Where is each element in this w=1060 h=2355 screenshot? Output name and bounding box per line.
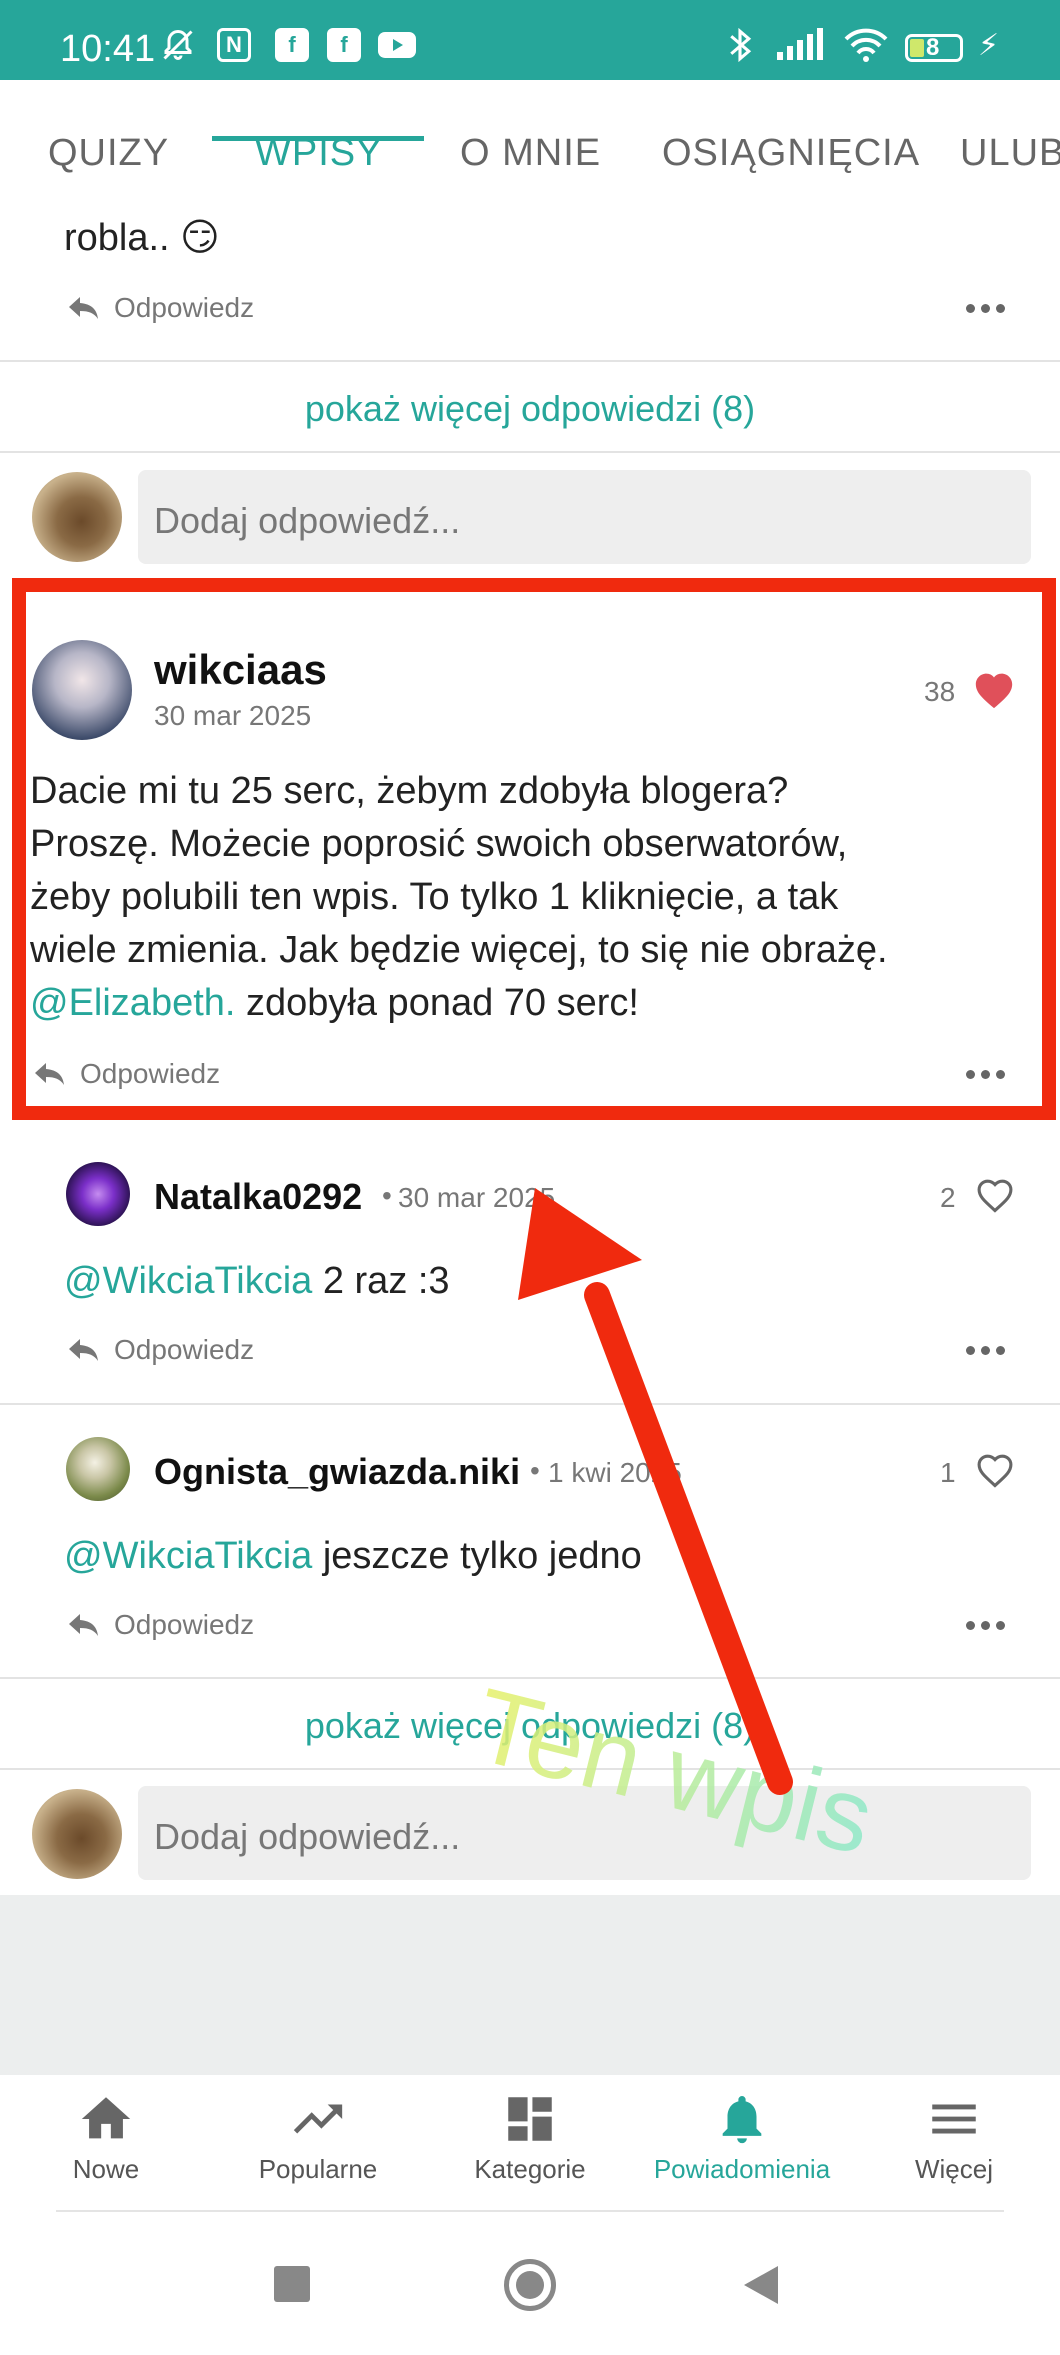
more-options-icon[interactable] bbox=[966, 304, 1005, 313]
dashboard-icon bbox=[508, 2097, 552, 2141]
facebook-icon: f bbox=[327, 28, 361, 62]
tab-osiagniecia[interactable]: OSIĄGNIĘCIA bbox=[662, 132, 920, 175]
reply-input[interactable]: Dodaj odpowiedź... bbox=[138, 470, 1031, 564]
status-time: 10:41 bbox=[60, 28, 156, 70]
reply-icon bbox=[69, 1614, 98, 1636]
reply-author-avatar[interactable] bbox=[66, 1437, 130, 1501]
nav-popularne[interactable]: Popularne bbox=[228, 2090, 408, 2185]
reply-button[interactable]: Odpowiedz bbox=[66, 292, 254, 324]
nav-label: Nowe bbox=[72, 2154, 140, 2184]
separator-dot: • bbox=[530, 1455, 540, 1486]
divider bbox=[0, 1403, 1060, 1405]
reply-button[interactable]: Odpowiedz bbox=[66, 1334, 254, 1366]
more-options-icon[interactable] bbox=[966, 1346, 1005, 1355]
nav-label: Powiadomienia bbox=[653, 2154, 831, 2184]
reply-icon bbox=[69, 1339, 98, 1361]
like-count: 1 bbox=[940, 1457, 956, 1488]
bell-icon bbox=[722, 2096, 762, 2144]
nav-label: Popularne bbox=[258, 2154, 378, 2184]
charging-icon: ⚡ bbox=[978, 28, 1000, 62]
annotation-highlight-box bbox=[12, 578, 1056, 1120]
reply-date: 30 mar 2025 bbox=[398, 1182, 556, 1213]
reply-label: Odpowiedz bbox=[114, 1334, 255, 1365]
active-tab-indicator bbox=[212, 136, 424, 141]
avatar bbox=[32, 1789, 122, 1879]
battery-icon: 8 bbox=[905, 34, 963, 62]
reply-label: Odpowiedz bbox=[114, 1609, 255, 1640]
nav-label: Więcej bbox=[914, 2154, 993, 2184]
bluetooth-icon bbox=[725, 27, 755, 63]
home-button-icon[interactable] bbox=[504, 2259, 556, 2311]
reply-date: 1 kwi 2025 bbox=[548, 1457, 682, 1488]
heart-outline-icon[interactable] bbox=[974, 1451, 1016, 1489]
trending-icon bbox=[293, 2104, 343, 2134]
divider bbox=[0, 451, 1060, 453]
nav-label: Kategorie bbox=[474, 2154, 586, 2184]
reply-author-avatar[interactable] bbox=[66, 1162, 130, 1226]
home-icon bbox=[81, 2097, 131, 2139]
reply-button[interactable]: Odpowiedz bbox=[66, 1609, 254, 1641]
comment-text: robla.. 😏 bbox=[64, 217, 220, 259]
show-more-replies-link[interactable]: pokaż więcej odpowiedzi (8) bbox=[0, 388, 1060, 430]
reply-icon bbox=[69, 297, 98, 319]
nav-kategorie[interactable]: Kategorie bbox=[440, 2090, 620, 2185]
reply-author[interactable]: Ognista_gwiazda.niki bbox=[154, 1451, 520, 1493]
avatar bbox=[32, 472, 122, 562]
status-bar: 10:41 N f f 8 ⚡ bbox=[0, 0, 1060, 80]
reply-text: @WikciaTikcia jeszcze tylko jedno bbox=[64, 1535, 642, 1578]
mention-link[interactable]: @WikciaTikcia bbox=[64, 1535, 312, 1577]
annotation-text-overlay: Ten wpis bbox=[463, 1667, 884, 1877]
tab-ulubione[interactable]: ULUB bbox=[960, 132, 1060, 175]
recent-apps-icon[interactable] bbox=[274, 2266, 310, 2302]
heart-outline-icon[interactable] bbox=[974, 1176, 1016, 1214]
youtube-icon bbox=[377, 28, 417, 62]
facebook-icon: f bbox=[275, 28, 309, 62]
reply-text: @WikciaTikcia 2 raz :3 bbox=[64, 1260, 450, 1303]
mention-link[interactable]: @WikciaTikcia bbox=[64, 1260, 312, 1302]
like-count: 2 bbox=[940, 1182, 956, 1213]
nav-nowe[interactable]: Nowe bbox=[16, 2090, 196, 2185]
annotation-label: Ten wpis bbox=[463, 1667, 884, 1877]
nfc-icon: N bbox=[217, 28, 251, 62]
menu-icon bbox=[932, 2104, 976, 2134]
tab-o-mnie[interactable]: O MNIE bbox=[460, 132, 601, 175]
reply-author[interactable]: Natalka0292 bbox=[154, 1176, 362, 1218]
reply-body: jeszcze tylko jedno bbox=[312, 1535, 642, 1577]
signal-icon bbox=[775, 28, 827, 62]
divider bbox=[0, 360, 1060, 362]
nav-powiadomienia[interactable]: Powiadomienia bbox=[652, 2090, 832, 2185]
back-icon[interactable] bbox=[740, 2264, 780, 2306]
nav-wiecej[interactable]: Więcej bbox=[864, 2090, 1044, 2185]
wifi-icon bbox=[842, 28, 890, 62]
reply-body: 2 raz :3 bbox=[312, 1260, 450, 1302]
more-options-icon[interactable] bbox=[966, 1621, 1005, 1630]
notifications-muted-icon bbox=[160, 28, 196, 62]
tab-quizy[interactable]: QUIZY bbox=[48, 132, 169, 175]
separator-dot: • bbox=[382, 1180, 392, 1211]
battery-level: 8 bbox=[926, 34, 940, 61]
profile-tabs: QUIZY WPISY O MNIE OSIĄGNIĘCIA ULUB bbox=[0, 80, 1060, 220]
reply-label: Odpowiedz bbox=[114, 292, 255, 323]
